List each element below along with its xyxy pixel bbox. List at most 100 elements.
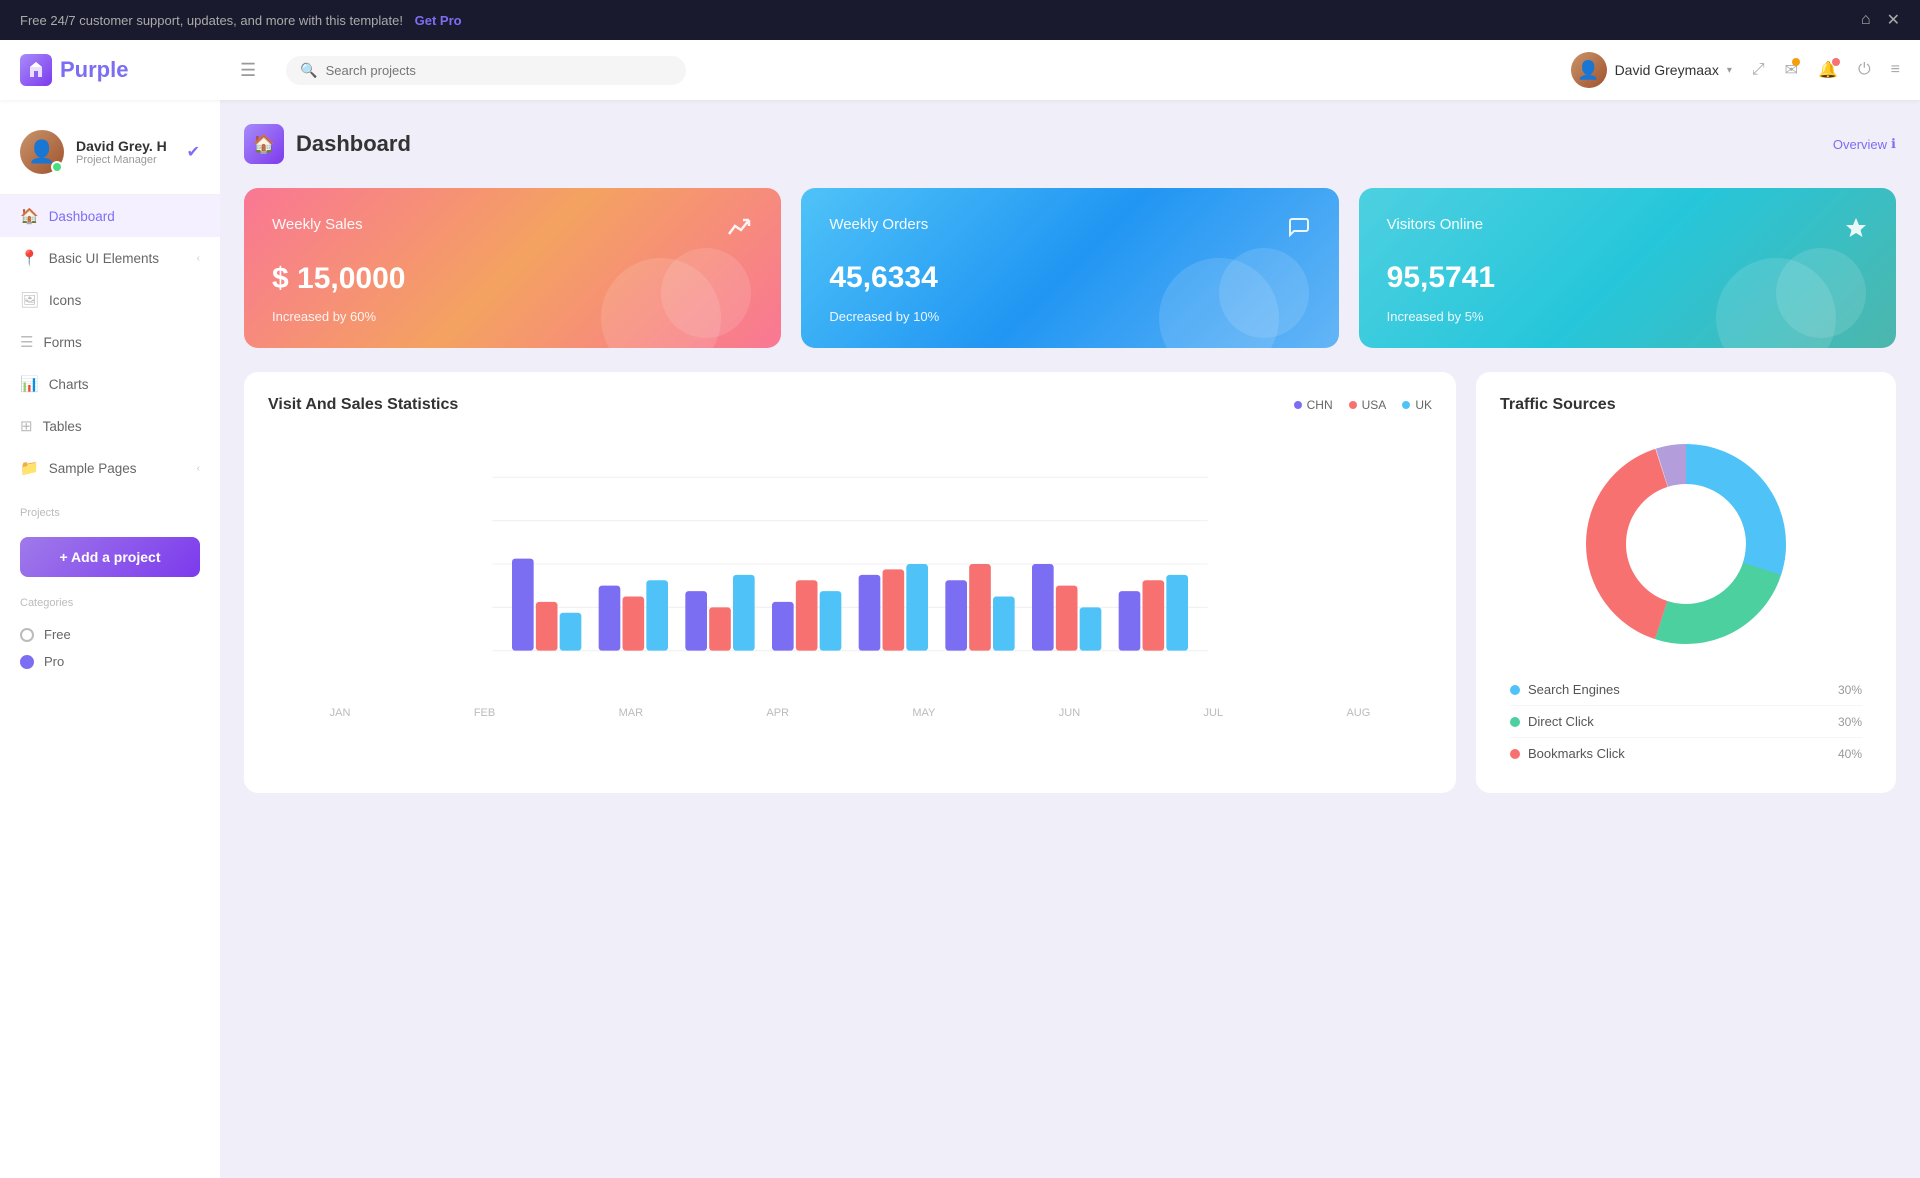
projects-section-label: Projects	[0, 489, 220, 525]
search-wrap: 🔍	[286, 56, 686, 85]
power-button[interactable]: ⏻	[1858, 61, 1871, 79]
mail-button[interactable]: ✉	[1785, 60, 1798, 80]
category-free-label: Free	[44, 627, 71, 642]
month-feb: FEB	[474, 707, 495, 719]
hamburger-button[interactable]: ☰	[240, 60, 256, 81]
donut-chart-wrap	[1500, 434, 1872, 654]
sidebar-user-info: David Grey. H Project Manager	[76, 138, 167, 166]
header: Purple ☰ 🔍 👤 David Greymaax ▾ ⤢ ✉ 🔔 ⏻	[0, 40, 1920, 100]
avatar-inner: 👤	[1571, 52, 1607, 88]
month-aug: AUG	[1346, 707, 1370, 719]
overview-link[interactable]: Overview ℹ	[1833, 136, 1896, 152]
category-pro[interactable]: Pro	[20, 648, 200, 675]
legend-dot-usa	[1349, 401, 1357, 409]
dot-bookmarks	[1510, 749, 1520, 759]
stat-icon-1	[1287, 216, 1311, 246]
online-badge	[51, 161, 63, 173]
bar-chart-title: Visit And Sales Statistics	[268, 396, 458, 414]
pct-bookmarks: 40%	[1838, 747, 1862, 761]
page-header: 🏠 Dashboard Overview ℹ	[244, 124, 1896, 164]
top-banner: Free 24/7 customer support, updates, and…	[0, 0, 1920, 40]
bar-chart-legend: CHN USA UK	[1294, 398, 1432, 412]
categories-label: Categories	[20, 597, 200, 609]
stat-icon-0	[727, 216, 753, 248]
stat-label-0: Weekly Sales	[272, 216, 363, 233]
legend-chn: CHN	[1294, 398, 1333, 412]
page-title-wrap: 🏠 Dashboard	[244, 124, 411, 164]
donut-chart-header: Traffic Sources	[1500, 396, 1872, 414]
sidebar-item-ui-elements[interactable]: 📍 Basic UI Elements ‹	[0, 237, 220, 279]
close-icon[interactable]: ✕	[1887, 10, 1900, 30]
bar-chart-header: Visit And Sales Statistics CHN USA UK	[268, 396, 1432, 414]
blob-6	[1776, 248, 1866, 338]
ui-elements-icon: 📍	[20, 249, 39, 267]
sidebar-item-tables[interactable]: ⊞ Tables	[0, 405, 220, 447]
sidebar: 👤 David Grey. H Project Manager ✔ 🏠 Dash…	[0, 100, 220, 1178]
month-jul: JUL	[1204, 707, 1224, 719]
main-content: 🏠 Dashboard Overview ℹ Weekly Sales $ 15…	[220, 100, 1920, 1178]
traffic-legend: Search Engines 30% Direct Click 30%	[1500, 674, 1872, 769]
categories-section: Categories Free Pro	[0, 589, 220, 679]
notification-button[interactable]: 🔔	[1818, 60, 1838, 80]
stat-icon-2	[1844, 216, 1868, 246]
donut-svg	[1576, 434, 1796, 654]
sidebar-item-icons[interactable]: 🖼 Icons	[0, 279, 220, 321]
traffic-item-bookmarks: Bookmarks Click 40%	[1510, 738, 1862, 769]
nav-label-sample: Sample Pages	[49, 461, 137, 476]
blob-2	[661, 248, 751, 338]
bar-chart-svg	[268, 434, 1432, 694]
sidebar-item-forms[interactable]: ☰ Forms	[0, 321, 220, 363]
dashboard-icon: 🏠	[20, 207, 39, 225]
user-profile[interactable]: 👤 David Greymaax ▾	[1571, 52, 1732, 88]
search-icon: 🔍	[300, 62, 317, 79]
page-title: Dashboard	[296, 131, 411, 157]
get-pro-link[interactable]: Get Pro	[415, 13, 462, 28]
arrow-icon-ui: ‹	[197, 253, 200, 264]
home-icon[interactable]: ⌂	[1861, 11, 1871, 29]
header-right: 👤 David Greymaax ▾ ⤢ ✉ 🔔 ⏻ ≡	[1571, 52, 1900, 88]
menu-button[interactable]: ≡	[1891, 61, 1900, 79]
sample-pages-icon: 📁	[20, 459, 39, 477]
stat-change-0: Increased by 60%	[272, 309, 753, 324]
search-input[interactable]	[326, 63, 673, 78]
sidebar-avatar: 👤	[20, 130, 64, 174]
stat-change-2: Increased by 5%	[1387, 309, 1868, 324]
expand-button[interactable]: ⤢	[1752, 61, 1765, 79]
month-jan: JAN	[330, 707, 351, 719]
info-icon: ℹ	[1891, 136, 1896, 152]
add-project-button[interactable]: + Add a project	[20, 537, 200, 577]
blob-4	[1219, 248, 1309, 338]
sidebar-item-charts[interactable]: 📊 Charts	[0, 363, 220, 405]
nav-label-ui: Basic UI Elements	[49, 251, 159, 266]
month-labels: JAN FEB MAR APR MAY JUN JUL AUG	[268, 707, 1432, 719]
header-center: ☰ 🔍	[240, 56, 1571, 85]
category-pro-label: Pro	[44, 654, 64, 669]
stats-grid: Weekly Sales $ 15,0000 Increased by 60% …	[244, 188, 1896, 348]
month-may: MAY	[912, 707, 935, 719]
free-dot	[20, 628, 34, 642]
list-icon: ≡	[1891, 61, 1900, 78]
pct-search: 30%	[1838, 683, 1862, 697]
traffic-item-search: Search Engines 30%	[1510, 674, 1862, 706]
charts-row: Visit And Sales Statistics CHN USA UK	[244, 372, 1896, 793]
sidebar-item-dashboard[interactable]: 🏠 Dashboard	[0, 195, 220, 237]
nav-label-dashboard: Dashboard	[49, 209, 115, 224]
check-icon: ✔	[187, 142, 200, 162]
banner-right: ⌂ ✕	[1861, 10, 1900, 30]
stat-label-2: Visitors Online	[1387, 216, 1483, 233]
bar-chart-card: Visit And Sales Statistics CHN USA UK	[244, 372, 1456, 793]
donut-chart-title: Traffic Sources	[1500, 396, 1616, 414]
nav-label-forms: Forms	[43, 335, 81, 350]
dot-direct	[1510, 717, 1520, 727]
stat-card-visitors: Visitors Online 95,5741 Increased by 5%	[1359, 188, 1896, 348]
icons-icon: 🖼	[20, 291, 39, 309]
logo-text: Purple	[60, 57, 128, 83]
notification-badge	[1832, 58, 1840, 66]
month-apr: APR	[766, 707, 789, 719]
nav-label-charts: Charts	[49, 377, 89, 392]
pro-dot	[20, 655, 34, 669]
sidebar-item-sample-pages[interactable]: 📁 Sample Pages ‹	[0, 447, 220, 489]
category-free[interactable]: Free	[20, 621, 200, 648]
sidebar-nav: 🏠 Dashboard 📍 Basic UI Elements ‹ 🖼 Icon…	[0, 195, 220, 489]
legend-uk: UK	[1402, 398, 1432, 412]
